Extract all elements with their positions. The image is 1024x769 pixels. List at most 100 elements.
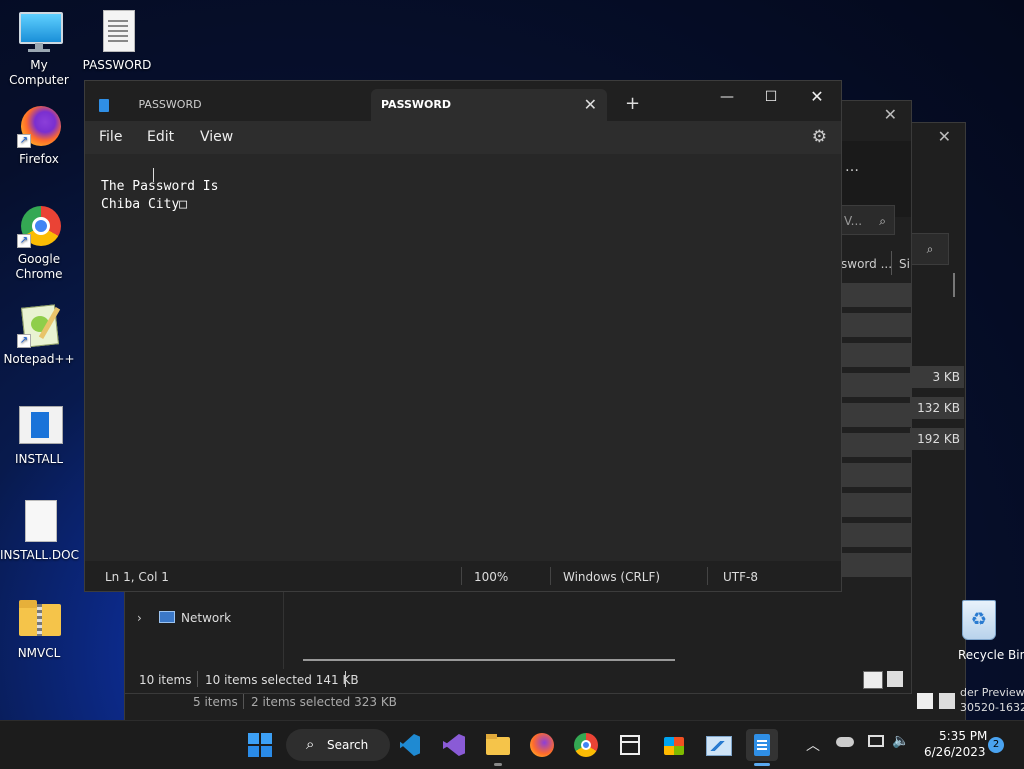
desktop-icon-nmvcl[interactable]: NMVCL xyxy=(0,598,78,661)
menu-view[interactable]: View xyxy=(200,129,233,145)
search-icon: ⌕ xyxy=(879,214,886,228)
desktop-icon-install-doc[interactable]: INSTALL.DOC xyxy=(0,500,79,563)
desktop-icon-install[interactable]: INSTALL xyxy=(0,404,78,467)
file-row[interactable] xyxy=(841,493,911,517)
menu-edit[interactable]: Edit xyxy=(147,129,174,145)
network-display-icon[interactable] xyxy=(868,735,884,747)
file-row[interactable] xyxy=(841,523,911,547)
computer-icon xyxy=(17,10,63,54)
desktop-icon-label: My Computer xyxy=(9,58,69,87)
cursor-position[interactable]: Ln 1, Col 1 xyxy=(105,570,169,584)
title-bar[interactable]: PASSWORD PASSWORD ✕ + — ☐ ✕ xyxy=(85,81,841,121)
running-indicator xyxy=(494,763,502,766)
desktop-icon-chrome[interactable]: ↗ Google Chrome xyxy=(0,204,78,282)
view-details-button[interactable] xyxy=(917,693,933,709)
chrome-icon: ↗ xyxy=(17,204,61,248)
file-row[interactable] xyxy=(841,283,911,307)
tab-title: PASSWORD xyxy=(381,98,452,111)
close-icon[interactable]: ✕ xyxy=(938,127,951,146)
text-line: The Password Is xyxy=(101,179,219,194)
status-selection: 2 items selected 323 KB xyxy=(251,695,397,709)
shortcut-arrow-icon: ↗ xyxy=(17,234,31,248)
notification-badge[interactable]: 2 xyxy=(988,737,1004,753)
build-watermark-line1: der Preview xyxy=(960,686,1024,699)
build-watermark-line2: 30520-1632 xyxy=(960,701,1024,714)
taskbar-store[interactable] xyxy=(658,729,690,761)
taskbar-notepad[interactable] xyxy=(746,729,778,766)
minimize-button[interactable]: — xyxy=(705,85,749,109)
view-details-button[interactable] xyxy=(863,671,883,689)
file-row[interactable] xyxy=(841,373,911,397)
horizontal-scrollbar[interactable] xyxy=(303,659,675,661)
taskbar-task-view[interactable] xyxy=(614,729,646,761)
file-row[interactable] xyxy=(841,313,911,337)
file-row[interactable] xyxy=(841,463,911,487)
start-button[interactable] xyxy=(244,729,276,761)
desktop-icon-my-computer[interactable]: My Computer xyxy=(0,10,78,88)
notepadpp-icon: ↗ xyxy=(17,304,61,348)
tab-password-inactive[interactable]: PASSWORD xyxy=(99,89,369,121)
taskbar-vscode[interactable] xyxy=(394,729,426,761)
onedrive-cloud-icon[interactable] xyxy=(836,737,854,747)
line-ending[interactable]: Windows (CRLF) xyxy=(563,570,660,584)
file-row[interactable] xyxy=(841,433,911,457)
volume-icon[interactable]: 🔈 xyxy=(892,733,909,749)
new-tab-button[interactable]: + xyxy=(625,93,640,114)
file-row[interactable] xyxy=(841,553,911,577)
shortcut-arrow-icon: ↗ xyxy=(17,134,31,148)
network-icon xyxy=(159,611,175,623)
taskbar-file-explorer[interactable] xyxy=(482,729,514,766)
text-cursor-icon xyxy=(153,168,154,182)
chrome-center-icon xyxy=(581,740,591,750)
clock-date[interactable]: 6/26/2023 xyxy=(924,745,986,759)
view-tiles-button[interactable] xyxy=(939,693,955,709)
close-button[interactable]: ✕ xyxy=(795,85,839,109)
zoom-level[interactable]: 100% xyxy=(474,570,508,584)
search-icon[interactable]: ⌕ xyxy=(911,233,949,265)
status-bar: Ln 1, Col 1 100% Windows (CRLF) UTF-8 xyxy=(85,561,841,591)
file-row[interactable] xyxy=(841,403,911,427)
tab-password-active[interactable]: PASSWORD ✕ xyxy=(371,89,607,121)
monitor-graph-icon xyxy=(708,741,728,751)
clock-time[interactable]: 5:35 PM xyxy=(939,729,987,743)
notepad-lines-icon xyxy=(757,740,767,742)
desktop-icon-notepadpp[interactable]: ↗ Notepad++ xyxy=(0,304,78,367)
column-header-size[interactable]: Si xyxy=(899,257,910,271)
search-label: Search xyxy=(327,738,369,752)
maximize-button[interactable]: ☐ xyxy=(749,85,793,109)
taskbar-chrome[interactable] xyxy=(570,729,602,761)
scrollbar[interactable] xyxy=(953,273,955,297)
taskbar: ⌕ Search ︿ 🔈 5:35 PM 6/26/2023 2 xyxy=(0,720,1024,769)
column-header-name[interactable]: sword ... xyxy=(841,257,892,271)
taskbar-firefox[interactable] xyxy=(526,729,558,761)
notepad-window[interactable]: PASSWORD PASSWORD ✕ + — ☐ ✕ File Edit Vi… xyxy=(84,80,842,592)
file-size-cell: 3 KB xyxy=(910,366,964,388)
search-input[interactable]: V... xyxy=(844,214,862,228)
close-tab-icon[interactable]: ✕ xyxy=(584,89,597,121)
status-divider xyxy=(345,671,346,687)
taskbar-resource-monitor[interactable] xyxy=(702,729,734,761)
recycle-bin-icon: ♻ xyxy=(962,600,996,640)
nav-expand-chevron-icon[interactable]: › xyxy=(137,611,142,625)
settings-gear-icon[interactable]: ⚙ xyxy=(812,127,827,147)
desktop-icon-recycle-bin[interactable]: ♻ Recycle Bin xyxy=(958,598,1024,662)
desktop-icon-label: PASSWORD xyxy=(82,58,152,72)
encoding[interactable]: UTF-8 xyxy=(723,570,758,584)
view-tiles-button[interactable] xyxy=(887,671,903,687)
zip-folder-icon xyxy=(17,598,61,642)
menu-file[interactable]: File xyxy=(99,129,122,145)
desktop-icon-label: Notepad++ xyxy=(3,352,75,366)
taskbar-visual-studio[interactable] xyxy=(438,729,470,761)
status-item-count: 5 items xyxy=(193,695,238,709)
text-editor[interactable]: The Password Is Chiba City□ xyxy=(85,154,841,562)
status-item-count: 10 items xyxy=(139,673,192,687)
show-hidden-icons-chevron-icon[interactable]: ︿ xyxy=(806,735,820,755)
desktop-icon-firefox[interactable]: ↗ Firefox xyxy=(0,104,78,167)
close-icon[interactable]: ✕ xyxy=(884,105,897,124)
taskbar-search-button[interactable]: ⌕ Search xyxy=(286,729,390,761)
file-row[interactable] xyxy=(841,343,911,367)
nav-item-network[interactable]: Network xyxy=(181,611,231,625)
search-box[interactable]: V... ⌕ xyxy=(841,205,895,235)
desktop-icon-password[interactable]: PASSWORD xyxy=(78,10,156,73)
status-divider xyxy=(461,567,462,585)
